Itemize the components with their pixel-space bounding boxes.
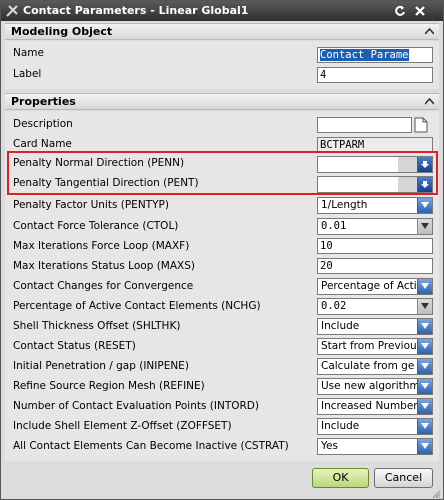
intord-label: Number of Contact Evaluation Points (INT… xyxy=(13,400,259,412)
resize-grip-icon[interactable] xyxy=(431,489,441,499)
maxs-label: Max Iterations Status Loop (MAXS) xyxy=(13,260,195,272)
maxf-field[interactable]: 10 xyxy=(317,238,433,254)
section-title: Modeling Object xyxy=(11,25,113,38)
name-label: Name xyxy=(13,47,44,59)
chevron-down-icon[interactable] xyxy=(417,339,432,354)
cancel-button[interactable]: Cancel xyxy=(374,468,433,488)
chevron-down-icon[interactable] xyxy=(417,379,432,394)
chevron-down-icon[interactable] xyxy=(417,177,432,192)
pentyp-dropdown[interactable]: 1/Length xyxy=(317,197,433,214)
pent-dropdown[interactable] xyxy=(317,176,433,193)
nchg-dropdown[interactable]: 0.02 xyxy=(317,298,433,315)
dropdown-fill xyxy=(398,157,418,172)
nchg-label: Percentage of Active Contact Elements (N… xyxy=(13,300,261,312)
chevron-down-icon[interactable] xyxy=(417,399,432,414)
label-label: Label xyxy=(13,68,42,80)
ok-button[interactable]: OK xyxy=(312,468,369,488)
cstrat-dropdown[interactable]: Yes xyxy=(317,438,433,455)
reset-dropdown[interactable]: Start from Previou xyxy=(317,338,433,355)
chevron-down-icon[interactable] xyxy=(417,299,432,314)
inipene-label: Initial Penetration / gap (INIPENE) xyxy=(13,360,189,372)
reset-icon[interactable] xyxy=(393,4,407,18)
section-modeling-object[interactable]: Modeling Object xyxy=(5,23,439,40)
refine-label: Refine Source Region Mesh (REFINE) xyxy=(13,380,205,392)
pent-label: Penalty Tangential Direction (PENT) xyxy=(13,177,199,189)
chevron-down-icon[interactable] xyxy=(417,279,432,294)
inipene-dropdown[interactable]: Calculate from ge xyxy=(317,358,433,375)
convergence-label: Contact Changes for Convergence xyxy=(13,280,194,292)
zoffset-dropdown[interactable]: Include xyxy=(317,418,433,435)
chevron-down-icon[interactable] xyxy=(417,439,432,454)
chevron-down-icon[interactable] xyxy=(417,219,432,234)
pentyp-label: Penalty Factor Units (PENTYP) xyxy=(13,199,169,211)
description-field[interactable] xyxy=(317,117,412,133)
window-title: Contact Parameters - Linear Global1 xyxy=(23,4,249,17)
label-field[interactable]: 4 xyxy=(317,67,433,83)
title-bar[interactable]: Contact Parameters - Linear Global1 xyxy=(1,1,443,21)
penn-label: Penalty Normal Direction (PENN) xyxy=(13,157,185,169)
chevron-up-icon[interactable] xyxy=(425,28,434,35)
reset-label: Contact Status (RESET) xyxy=(13,340,136,352)
description-label: Description xyxy=(13,118,73,130)
section-title: Properties xyxy=(11,95,76,108)
chevron-down-icon[interactable] xyxy=(417,157,432,172)
shlthk-label: Shell Thickness Offset (SHLTHK) xyxy=(13,320,181,332)
maxf-label: Max Iterations Force Loop (MAXF) xyxy=(13,240,190,252)
penn-dropdown[interactable] xyxy=(317,156,433,173)
refine-dropdown[interactable]: Use new algorithm xyxy=(317,378,433,395)
ctol-label: Contact Force Tolerance (CTOL) xyxy=(13,220,179,232)
name-field[interactable]: Contact Parame xyxy=(317,47,433,63)
zoffset-label: Include Shell Element Z-Offset (ZOFFSET) xyxy=(13,420,232,432)
chevron-down-icon[interactable] xyxy=(417,359,432,374)
app-icon xyxy=(6,5,18,17)
cstrat-label: All Contact Elements Can Become Inactive… xyxy=(13,440,289,452)
chevron-down-icon[interactable] xyxy=(417,198,432,213)
dialog-window: Contact Parameters - Linear Global1 Mode… xyxy=(0,0,444,500)
dropdown-fill xyxy=(398,177,418,192)
intord-dropdown[interactable]: Increased Number xyxy=(317,398,433,415)
convergence-dropdown[interactable]: Percentage of Acti xyxy=(317,278,433,295)
shlthk-dropdown[interactable]: Include xyxy=(317,318,433,335)
chevron-up-icon[interactable] xyxy=(425,98,434,105)
maxs-field[interactable]: 20 xyxy=(317,258,433,274)
chevron-down-icon[interactable] xyxy=(417,319,432,334)
document-icon[interactable] xyxy=(414,117,428,133)
chevron-down-icon[interactable] xyxy=(417,419,432,434)
ctol-dropdown[interactable]: 0.01 xyxy=(317,218,433,235)
section-properties[interactable]: Properties xyxy=(5,93,439,110)
close-icon[interactable] xyxy=(413,4,427,18)
card-name-label: Card Name xyxy=(13,138,72,150)
